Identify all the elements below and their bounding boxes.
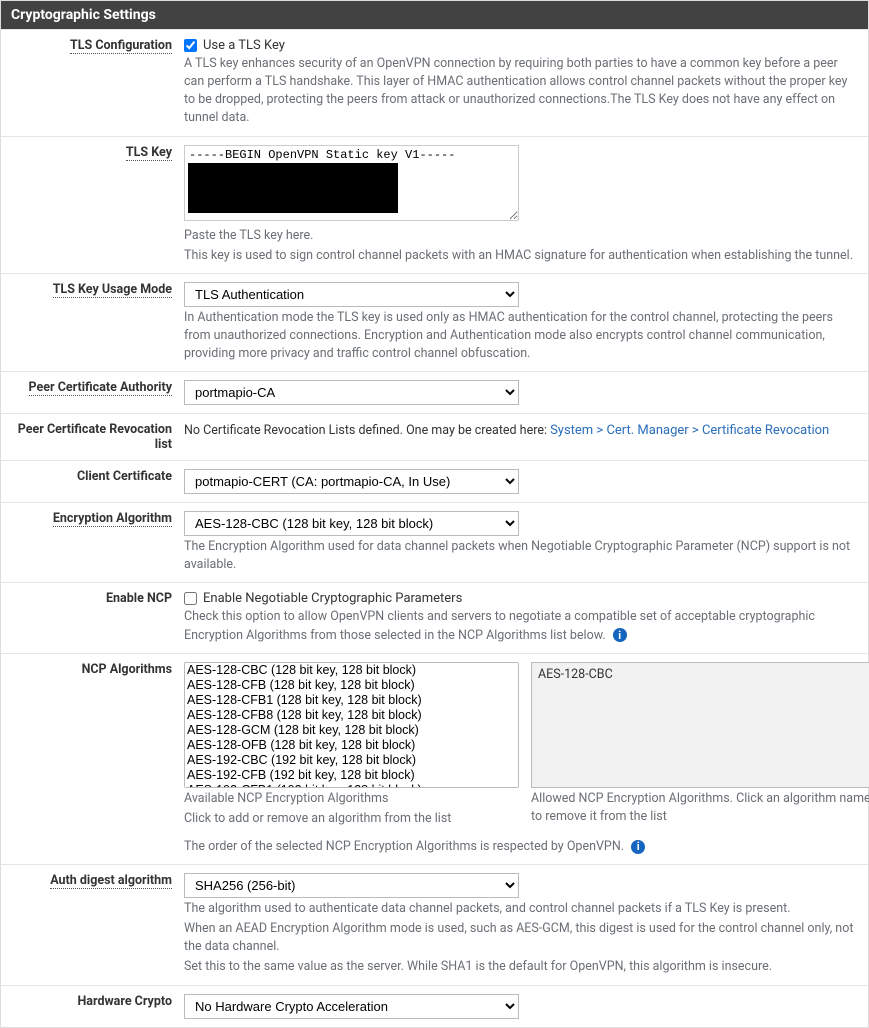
encryption-algorithm-help: The Encryption Algorithm used for data c… [184,538,860,574]
row-tls-key: TLS Key -----BEGIN OpenVPN Static key V1… [1,136,868,273]
row-encryption-algorithm: Encryption Algorithm AES-128-CBC (128 bi… [1,502,868,582]
auth-digest-select[interactable]: SHA256 (256-bit) [184,873,519,898]
ncp-allowed-caption: Allowed NCP Encryption Algorithms. Click… [531,790,869,826]
ncp-allowed-item[interactable]: AES-128-CBC [538,667,869,682]
cert-revocation-link[interactable]: System > Cert. Manager > Certificate Rev… [550,423,829,438]
row-enable-ncp: Enable NCP Enable Negotiable Cryptograph… [1,582,868,652]
label-ncp-algorithms: NCP Algorithms [82,662,172,677]
panel-title: Cryptographic Settings [1,1,868,29]
row-peer-ca: Peer Certificate Authority portmapio-CA [1,371,868,413]
ncp-available-option[interactable]: AES-192-CFB (192 bit key, 128 bit block) [185,768,518,783]
client-cert-select[interactable]: potmapio-CERT (CA: portmapio-CA, In Use) [184,469,519,494]
enable-ncp-label: Enable Negotiable Cryptographic Paramete… [203,591,462,606]
label-client-cert: Client Certificate [77,469,172,484]
hardware-crypto-select[interactable]: No Hardware Crypto Acceleration [184,994,519,1019]
ncp-available-sub: Click to add or remove an algorithm from… [184,810,519,828]
ncp-available-option[interactable]: AES-128-GCM (128 bit key, 128 bit block) [185,723,518,738]
label-auth-digest: Auth digest algorithm [50,873,172,889]
tls-usage-mode-select[interactable]: TLS Authentication [184,282,519,307]
encryption-algorithm-select[interactable]: AES-128-CBC (128 bit key, 128 bit block) [184,511,519,536]
label-hardware-crypto: Hardware Crypto [77,994,172,1009]
row-auth-digest: Auth digest algorithm SHA256 (256-bit) T… [1,864,868,985]
row-client-cert: Client Certificate potmapio-CERT (CA: po… [1,460,868,502]
label-peer-crl: Peer Certificate Revocation list [18,422,172,452]
tls-key-redacted [188,163,398,213]
ncp-available-select[interactable]: AES-128-CBC (128 bit key, 128 bit block)… [184,662,519,788]
peer-crl-text: No Certificate Revocation Lists defined.… [184,423,550,438]
cryptographic-settings-panel: Cryptographic Settings TLS Configuration… [0,0,869,1028]
info-icon[interactable]: i [613,628,627,642]
row-tls-usage-mode: TLS Key Usage Mode TLS Authentication In… [1,273,868,371]
info-icon[interactable]: i [631,840,645,854]
auth-digest-help3: Set this to the same value as the server… [184,958,860,976]
peer-ca-select[interactable]: portmapio-CA [184,380,519,405]
tls-key-help1: Paste the TLS key here. [184,227,860,245]
ncp-available-option[interactable]: AES-192-CFB1 (192 bit key, 128 bit block… [185,783,518,788]
label-tls-configuration: TLS Configuration [70,38,172,54]
label-peer-ca: Peer Certificate Authority [29,380,172,396]
row-tls-configuration: TLS Configuration Use a TLS Key A TLS ke… [1,29,868,136]
label-encryption-algorithm: Encryption Algorithm [53,511,172,527]
ncp-available-caption: Available NCP Encryption Algorithms [184,790,519,808]
auth-digest-help2: When an AEAD Encryption Algorithm mode i… [184,920,860,956]
tls-key-help2: This key is used to sign control channel… [184,247,860,265]
label-tls-usage-mode: TLS Key Usage Mode [53,282,172,298]
row-ncp-algorithms: NCP Algorithms AES-128-CBC (128 bit key,… [1,653,868,864]
ncp-order-note: The order of the selected NCP Encryption… [184,839,624,854]
ncp-available-option[interactable]: AES-128-OFB (128 bit key, 128 bit block) [185,738,518,753]
label-tls-key: TLS Key [126,145,172,161]
ncp-available-option[interactable]: AES-128-CFB1 (128 bit key, 128 bit block… [185,693,518,708]
enable-ncp-help: Check this option to allow OpenVPN clien… [184,609,815,642]
ncp-available-option[interactable]: AES-128-CBC (128 bit key, 128 bit block) [185,663,518,678]
ncp-available-option[interactable]: AES-128-CFB8 (128 bit key, 128 bit block… [185,708,518,723]
use-tls-key-checkbox[interactable] [184,39,197,52]
tls-usage-help: In Authentication mode the TLS key is us… [184,309,860,363]
ncp-available-option[interactable]: AES-192-CBC (192 bit key, 128 bit block) [185,753,518,768]
enable-ncp-checkbox[interactable] [184,592,197,605]
row-hardware-crypto: Hardware Crypto No Hardware Crypto Accel… [1,985,868,1027]
tls-config-help: A TLS key enhances security of an OpenVP… [184,55,860,128]
auth-digest-help1: The algorithm used to authenticate data … [184,900,860,918]
label-enable-ncp: Enable NCP [106,591,172,606]
ncp-allowed-list[interactable]: AES-128-CBC [531,662,869,788]
use-tls-key-label: Use a TLS Key [203,38,285,53]
row-peer-crl: Peer Certificate Revocation list No Cert… [1,413,868,460]
ncp-available-option[interactable]: AES-128-CFB (128 bit key, 128 bit block) [185,678,518,693]
